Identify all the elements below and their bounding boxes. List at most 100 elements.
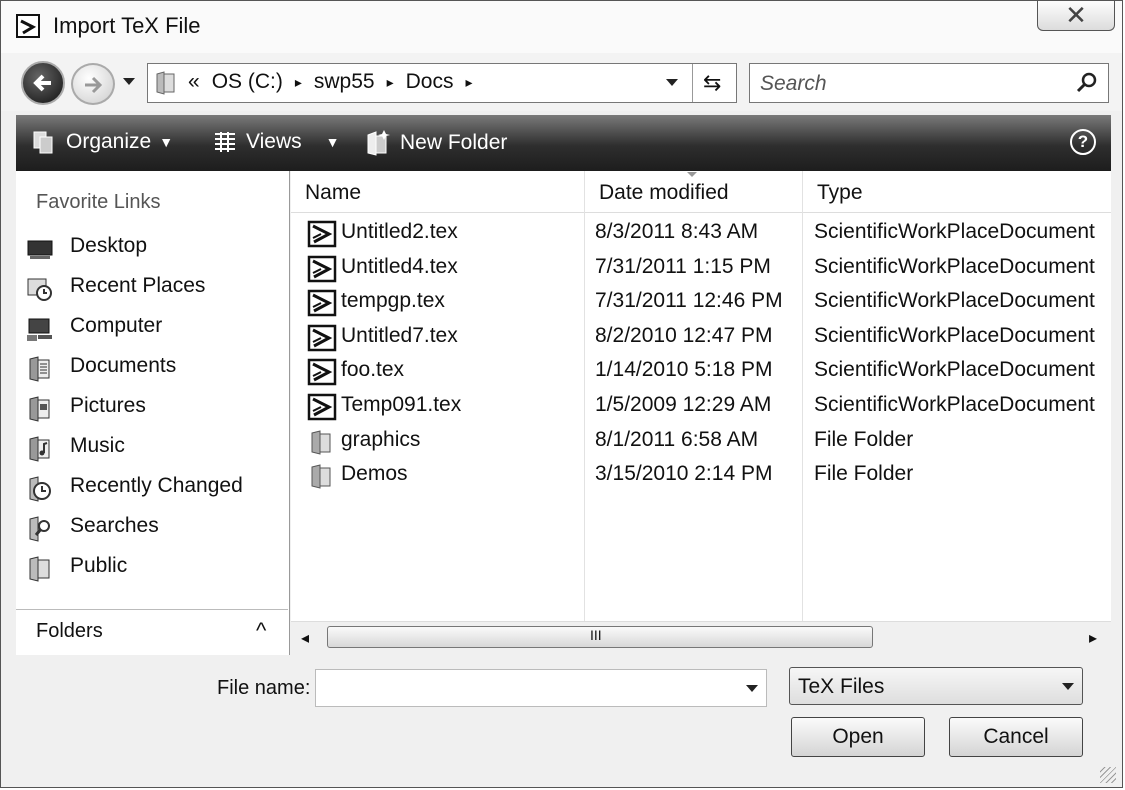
computer-icon (27, 318, 52, 341)
file-list: Name Date modified Type Untitled2.tex 8/3… (291, 171, 1111, 656)
file-type: ScientificWorkPlaceDocument (814, 393, 1095, 416)
file-row[interactable]: foo.tex 1/14/2010 5:18 PM ScientificWorkPl… (291, 355, 1111, 389)
breadcrumb-separator[interactable]: ▸ (295, 74, 302, 91)
organize-button[interactable]: Organize ▼ (32, 129, 173, 155)
search-input[interactable]: Search (760, 72, 827, 96)
sidebar-item-label: Computer (70, 314, 163, 337)
close-button[interactable]: ✕ (1037, 1, 1115, 31)
sidebar-item-public[interactable]: Public (26, 551, 276, 585)
tex-file-icon (307, 393, 337, 421)
file-name-label: File name: (217, 677, 311, 699)
back-button[interactable] (21, 61, 65, 105)
organize-label: Organize (66, 130, 152, 153)
file-date: 8/1/2011 6:58 AM (595, 427, 759, 451)
file-type-select[interactable]: TeX Files (789, 667, 1083, 705)
column-header-date[interactable]: Date modified (585, 171, 803, 213)
views-icon (215, 132, 235, 152)
sidebar-item-label: Music (70, 434, 125, 457)
file-name-field[interactable] (315, 669, 767, 707)
file-type: ScientificWorkPlaceDocument (814, 323, 1095, 347)
file-row[interactable]: tempgp.tex 7/31/2011 12:46 PM ScientificWo… (291, 286, 1111, 320)
sidebar-item-label: Recently Changed (70, 474, 243, 497)
sidebar-item-music[interactable]: Music (26, 431, 276, 465)
scrollbar-grip: III (590, 627, 602, 643)
tex-file-icon (307, 220, 337, 248)
sidebar-item-pictures[interactable]: Pictures (26, 391, 276, 425)
file-row[interactable]: Untitled7.tex 8/2/2010 12:47 PM Scientific… (291, 321, 1111, 355)
scroll-right-icon[interactable]: ▸ (1089, 628, 1097, 648)
app-icon (16, 14, 40, 38)
file-date: 1/5/2009 12:29 AM (595, 393, 772, 416)
search-icon[interactable] (1076, 72, 1098, 94)
new-folder-button[interactable]: New Folder (364, 129, 507, 157)
file-name: tempgp.tex (341, 289, 445, 313)
sidebar-item-desktop[interactable]: Desktop (26, 231, 276, 265)
file-date: 7/31/2011 12:46 PM (595, 289, 783, 313)
folders-toggle[interactable]: Folders ^ (16, 609, 288, 656)
column-header-name[interactable]: Name (291, 171, 585, 213)
tex-file-icon (307, 289, 337, 317)
folders-label: Folders (36, 620, 103, 642)
chevron-up-icon: ^ (256, 618, 267, 643)
file-name: foo.tex (341, 358, 405, 382)
organize-icon (33, 131, 53, 154)
help-icon[interactable]: ? (1070, 129, 1096, 155)
address-bar[interactable]: « OS (C:) ▸ swp55 ▸ Docs ▸ ⇆ (147, 63, 737, 103)
file-row[interactable]: graphics 8/1/2011 6:58 AM File Folder (291, 425, 1111, 459)
open-button[interactable]: Open (791, 717, 925, 757)
breadcrumb-os-c[interactable]: OS (C:) (212, 70, 283, 94)
back-arrow-icon (33, 74, 51, 92)
sidebar-item-documents[interactable]: Documents (26, 351, 276, 385)
pictures-icon (29, 396, 50, 422)
chevron-down-icon: ▼ (325, 134, 340, 150)
chevron-down-icon (1062, 683, 1074, 690)
file-row[interactable]: Demos 3/15/2010 2:14 PM File Folder (291, 459, 1111, 493)
sidebar-item-computer[interactable]: Computer (26, 311, 276, 345)
sidebar-item-recently-changed[interactable]: Recently Changed (26, 471, 276, 505)
sidebar-item-recent-places[interactable]: Recent Places (26, 271, 276, 305)
cancel-button[interactable]: Cancel (949, 717, 1083, 757)
favorite-links-heading: Favorite Links (36, 191, 161, 213)
sort-indicator-icon (687, 172, 697, 177)
file-type: File Folder (814, 462, 914, 486)
file-name: graphics (341, 427, 421, 451)
breadcrumb-separator[interactable]: ▸ (465, 74, 472, 91)
breadcrumb-docs[interactable]: Docs (406, 70, 454, 94)
file-date: 7/31/2011 1:15 PM (595, 254, 771, 278)
views-label: Views (246, 130, 302, 153)
scrollbar-thumb[interactable]: III (327, 626, 873, 648)
tex-file-icon (307, 324, 337, 352)
resize-grip[interactable] (1100, 767, 1116, 783)
recent-places-icon (27, 278, 52, 301)
refresh-button[interactable]: ⇆ (692, 64, 737, 102)
file-row[interactable]: Untitled4.tex 7/31/2011 1:15 PM Scientific… (291, 252, 1111, 286)
breadcrumb-separator[interactable]: ▸ (387, 74, 394, 91)
refresh-icon: ⇆ (703, 70, 722, 95)
search-box[interactable]: Search (749, 63, 1109, 103)
chevron-down-icon[interactable] (744, 682, 760, 694)
forward-arrow-icon (85, 76, 103, 94)
file-row[interactable]: Untitled2.tex 8/3/2011 8:43 AM ScientificW… (291, 217, 1111, 251)
command-toolbar: Organize ▼ Views ▼ New Folder ? (16, 115, 1111, 171)
sidebar-item-label: Pictures (70, 394, 146, 417)
chevron-down-icon: ▼ (159, 134, 174, 150)
scroll-left-icon[interactable]: ◂ (301, 628, 309, 648)
new-folder-icon (367, 130, 390, 156)
desktop-icon (27, 240, 53, 259)
file-type: ScientificWorkPlaceDocument (814, 289, 1095, 313)
file-date: 8/3/2011 8:43 AM (595, 220, 759, 243)
horizontal-scrollbar[interactable]: ◂ III ▸ (291, 621, 1111, 656)
breadcrumb-swp55[interactable]: swp55 (314, 70, 375, 94)
sidebar-item-searches[interactable]: Searches (26, 511, 276, 545)
file-row[interactable]: Temp091.tex 1/5/2009 12:29 AM ScientificWo… (291, 390, 1111, 424)
column-header-type[interactable]: Type (803, 171, 1111, 213)
breadcrumb: « OS (C:) ▸ swp55 ▸ Docs ▸ (188, 70, 473, 94)
history-dropdown-icon[interactable] (121, 75, 137, 87)
forward-button[interactable] (71, 63, 115, 105)
file-name: Temp091.tex (341, 393, 462, 416)
views-button[interactable]: Views ▼ (212, 129, 340, 155)
overflow-chevron[interactable]: « (188, 70, 200, 94)
tex-file-icon (307, 255, 337, 282)
folder-icon (156, 71, 175, 95)
address-dropdown-icon[interactable] (664, 76, 680, 88)
